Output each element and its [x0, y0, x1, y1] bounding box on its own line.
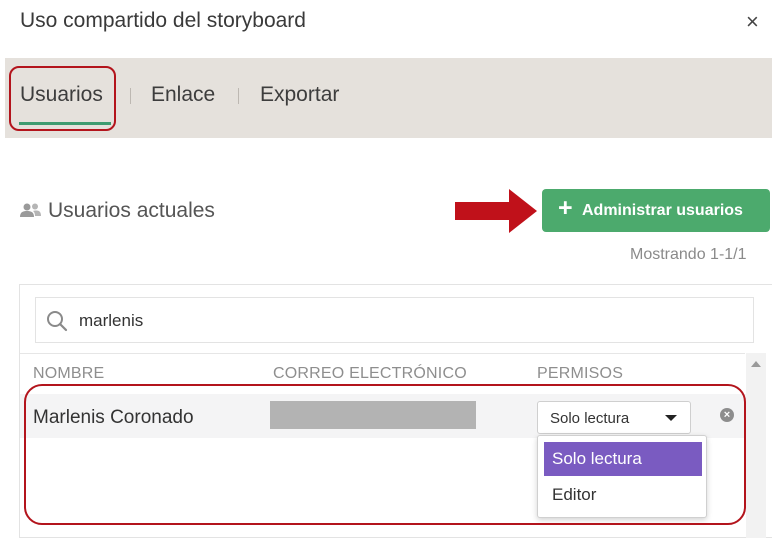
pagination-status: Mostrando 1-1/1: [630, 246, 747, 263]
table-header-divider: [20, 353, 745, 354]
tab-separator: [130, 88, 131, 104]
dialog-title: Uso compartido del storyboard: [20, 9, 306, 32]
annotation-highlight-row: [24, 384, 746, 525]
search-value: marlenis: [79, 311, 144, 330]
search-icon: [47, 311, 68, 332]
search-input[interactable]: marlenis: [35, 297, 754, 343]
users-icon: [20, 203, 41, 217]
manage-users-button[interactable]: + Administrar usuarios: [542, 189, 770, 232]
current-users-label: Usuarios actuales: [20, 199, 215, 223]
column-header-permissions[interactable]: PERMISOS: [537, 365, 623, 383]
annotation-arrow-icon: [455, 189, 537, 233]
column-header-name[interactable]: NOMBRE: [33, 365, 104, 383]
current-users-text: Usuarios actuales: [48, 199, 215, 222]
scroll-up-icon[interactable]: [751, 361, 761, 367]
scrollbar[interactable]: [746, 353, 766, 538]
plus-icon: +: [558, 194, 573, 222]
tab-exportar[interactable]: Exportar: [260, 83, 339, 107]
column-header-email[interactable]: CORREO ELECTRÓNICO: [273, 365, 467, 383]
manage-users-label: Administrar usuarios: [582, 202, 743, 219]
tab-enlace[interactable]: Enlace: [151, 83, 215, 107]
tab-bar: Usuarios Enlace Exportar: [5, 58, 772, 138]
annotation-highlight-tab: [9, 66, 116, 131]
tab-separator: [238, 88, 239, 104]
close-icon[interactable]: ×: [746, 10, 759, 34]
